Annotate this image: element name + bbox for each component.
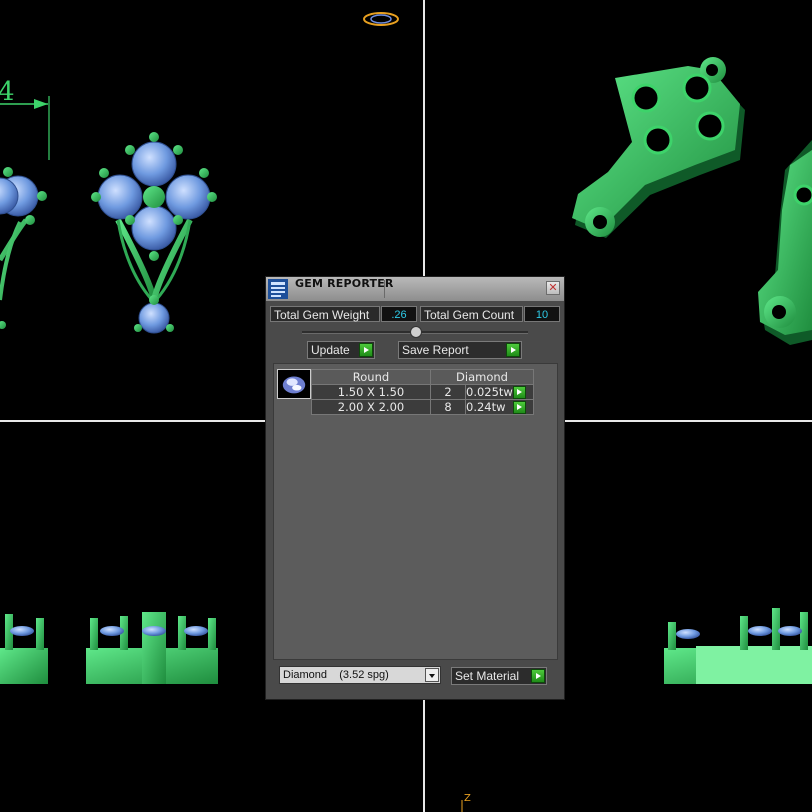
gem-weight-cell: 0.24tw <box>465 399 534 415</box>
set-material-button-label: Set Material <box>455 669 520 683</box>
material-density: (3.52 spg) <box>339 669 389 681</box>
pendant-side-view-right <box>664 608 812 684</box>
gem-table-header: Round Diamond <box>311 369 534 385</box>
material-name: Diamond <box>283 669 328 681</box>
titlebar-divider <box>384 280 385 298</box>
gem-reporter-panel: GEM REPORTER ✕ Total Gem Weight .26 Tota… <box>265 276 565 700</box>
save-report-button[interactable]: Save Report <box>398 341 522 359</box>
gem-count: 2 <box>430 384 466 400</box>
gem-size: 2.00 X 2.00 <box>311 399 431 415</box>
panel-titlebar[interactable]: GEM REPORTER ✕ <box>266 277 564 301</box>
close-icon[interactable]: ✕ <box>546 281 560 295</box>
round-gem-icon <box>277 369 311 399</box>
gem-list: Round Diamond 1.50 X 1.50 2 0.025tw 2.00… <box>273 363 558 660</box>
axis-label: Z <box>464 793 471 804</box>
dimension-text: 4 <box>0 77 15 107</box>
set-material-button[interactable]: Set Material <box>451 667 547 685</box>
play-icon <box>506 343 520 357</box>
gem-reporter-icon <box>268 279 288 299</box>
save-report-button-label: Save Report <box>402 343 469 357</box>
material-select[interactable]: Diamond (3.52 spg) <box>279 666 441 684</box>
play-icon <box>359 343 373 357</box>
update-button-label: Update <box>311 343 350 357</box>
play-icon <box>531 669 545 683</box>
total-gem-weight-value: .26 <box>381 306 417 322</box>
table-row[interactable]: 1.50 X 1.50 2 0.025tw <box>311 384 534 400</box>
gem-table: Round Diamond 1.50 X 1.50 2 0.025tw 2.00… <box>311 369 534 415</box>
gem-weight-cell: 0.025tw <box>465 384 534 400</box>
top-view-object <box>363 12 399 26</box>
pendant-front-left <box>0 167 47 329</box>
play-icon[interactable] <box>512 386 526 399</box>
total-gem-weight-label: Total Gem Weight <box>270 306 380 322</box>
table-row[interactable]: 2.00 X 2.00 8 0.24tw <box>311 399 534 415</box>
panel-splitter-handle[interactable] <box>410 326 422 338</box>
chevron-down-icon[interactable] <box>425 668 439 682</box>
pendant-side-view-left <box>0 612 218 684</box>
axis-indicator: Z <box>461 793 471 812</box>
material-select-value: Diamond (3.52 spg) <box>283 667 389 683</box>
total-gem-count-value: 10 <box>524 306 560 322</box>
gem-size: 1.50 X 1.50 <box>311 384 431 400</box>
gem-weight: 0.24tw <box>466 400 506 414</box>
total-gem-count-label: Total Gem Count <box>420 306 523 322</box>
gem-weight: 0.025tw <box>466 385 513 399</box>
gem-count: 8 <box>430 399 466 415</box>
update-button[interactable]: Update <box>307 341 375 359</box>
pendant-perspective-view <box>572 57 812 345</box>
play-icon[interactable] <box>512 401 526 414</box>
gem-material-header: Diamond <box>430 369 534 385</box>
pendant-front-main <box>91 132 217 334</box>
panel-title: GEM REPORTER <box>295 277 394 290</box>
dimension-marker: 4 <box>0 77 50 160</box>
gem-shape-header: Round <box>311 369 431 385</box>
